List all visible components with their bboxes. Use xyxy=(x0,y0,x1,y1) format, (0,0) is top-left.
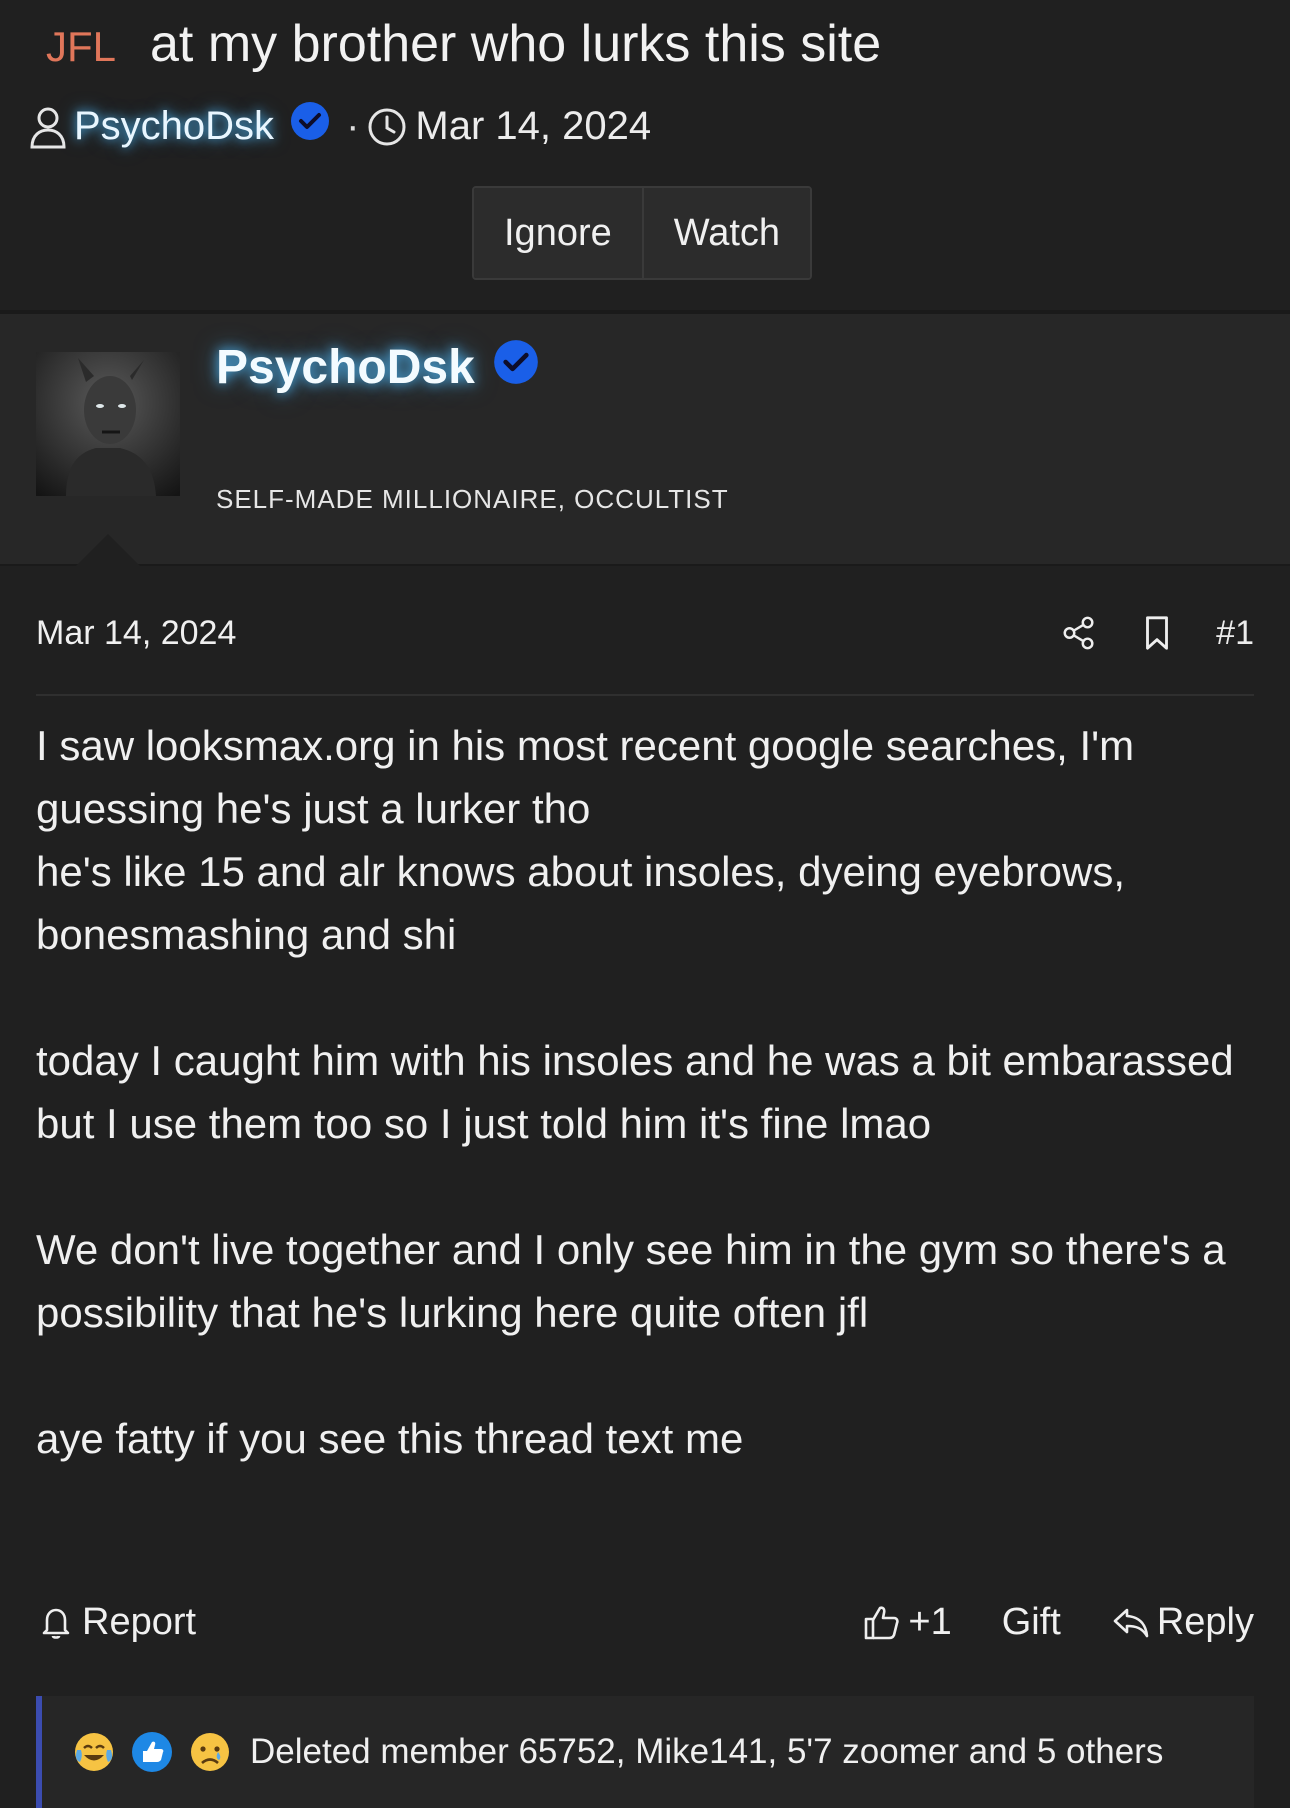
author-name-row: PsychoDsk xyxy=(216,339,539,395)
post-paragraph: aye fatty if you see this thread text me xyxy=(36,1415,744,1462)
reply-label: Reply xyxy=(1156,1600,1254,1643)
thread-title: at my brother who lurks this site xyxy=(150,15,882,73)
reactions-list-text[interactable]: Deleted member 65752, Mike141, 5'7 zoome… xyxy=(250,1732,1163,1772)
thread-prefix-label[interactable]: JFL xyxy=(46,23,116,71)
bell-icon xyxy=(42,1608,70,1639)
like-button[interactable]: +1 xyxy=(862,1600,952,1644)
clock-icon xyxy=(368,108,406,145)
gift-button[interactable]: Gift xyxy=(1002,1601,1061,1644)
post-author-block: PsychoDsk SELF-MADE MILLIONAIRE, OCCULTI… xyxy=(0,314,1290,566)
reactions-bar[interactable]: Deleted member 65752, Mike141, 5'7 zoome… xyxy=(36,1696,1254,1808)
post-paragraph: I saw looksmax.org in his most recent go… xyxy=(36,722,1135,958)
post-date[interactable]: Mar 14, 2024 xyxy=(36,614,1060,653)
reply-icon xyxy=(1113,1608,1149,1638)
message-pointer xyxy=(76,534,140,566)
meta-separator: · xyxy=(346,104,360,148)
user-title: SELF-MADE MILLIONAIRE, OCCULTIST xyxy=(216,484,729,514)
avatar[interactable] xyxy=(36,352,180,496)
ignore-button[interactable]: Ignore xyxy=(474,188,642,278)
reply-button[interactable]: Reply xyxy=(1111,1601,1254,1644)
watch-button[interactable]: Watch xyxy=(641,188,811,278)
thread-title-row: JFL at my brother who lurks this site xyxy=(46,14,881,74)
thread-meta: PsychoDsk · Mar 14, 2024 xyxy=(28,101,651,149)
thread-header: JFL at my brother who lurks this site Ps… xyxy=(0,0,1290,310)
post-body: I saw looksmax.org in his most recent go… xyxy=(36,714,1256,1470)
verified-badge-icon xyxy=(291,101,330,140)
report-button[interactable]: Report xyxy=(36,1601,196,1644)
post-actions: Report +1 Gift Reply xyxy=(36,1582,1254,1662)
post-header: Mar 14, 2024 #1 xyxy=(36,598,1254,696)
post-paragraph: today I caught him with his insoles and … xyxy=(36,1037,1234,1147)
thread-date[interactable]: Mar 14, 2024 xyxy=(415,104,651,149)
like-count: +1 xyxy=(908,1600,952,1643)
post-number-link[interactable]: #1 xyxy=(1216,614,1254,653)
post-tools: #1 xyxy=(1060,614,1254,653)
tears-of-joy-emoji-icon xyxy=(75,1733,113,1771)
user-icon xyxy=(30,107,66,148)
post-paragraph: We don't live together and I only see hi… xyxy=(36,1226,1226,1336)
thread-action-buttons: Ignore Watch xyxy=(472,186,813,280)
thread-author-link[interactable]: PsychoDsk xyxy=(74,104,274,149)
gift-label: Gift xyxy=(1001,1600,1061,1643)
report-label: Report xyxy=(82,1600,197,1643)
author-name-link[interactable]: PsychoDsk xyxy=(216,340,475,395)
sad-crying-emoji-icon xyxy=(191,1733,229,1771)
share-icon[interactable] xyxy=(1060,614,1098,652)
verified-badge-icon xyxy=(493,339,538,384)
thumbs-up-icon xyxy=(865,1606,900,1640)
like-reaction-icon xyxy=(132,1732,172,1772)
bookmark-icon[interactable] xyxy=(1138,614,1176,652)
